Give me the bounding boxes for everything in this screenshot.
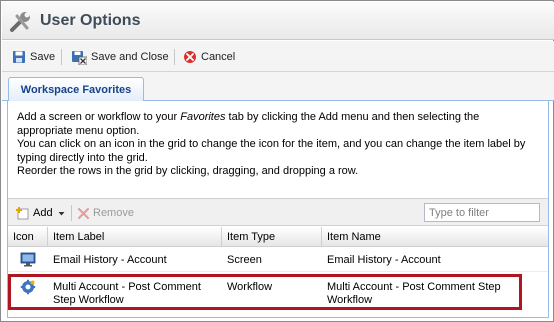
save-and-close-label: Save and Close bbox=[91, 51, 169, 63]
tab-workspace-favorites[interactable]: Workspace Favorites bbox=[8, 77, 144, 101]
column-header-item-label[interactable]: Item Label bbox=[48, 227, 222, 247]
cancel-button[interactable]: Cancel bbox=[183, 48, 235, 66]
cancel-icon bbox=[184, 51, 196, 63]
toolbar-separator bbox=[71, 205, 72, 221]
save-label: Save bbox=[30, 51, 56, 63]
monitor-icon[interactable] bbox=[20, 252, 36, 271]
table-row[interactable]: Email History - Account Screen Email His… bbox=[8, 248, 548, 272]
add-menu-button[interactable]: Add bbox=[14, 205, 66, 221]
column-header-item-type[interactable]: Item Type bbox=[222, 227, 322, 247]
tab-strip: Workspace Favorites bbox=[2, 72, 554, 101]
item-label-cell[interactable]: Multi Account - Post Comment Step Workfl… bbox=[48, 281, 220, 307]
item-name-cell: Email History - Account bbox=[327, 254, 441, 266]
add-item-icon bbox=[16, 207, 29, 220]
column-header-item-name[interactable]: Item Name bbox=[322, 227, 548, 247]
floppy-disk-icon bbox=[13, 51, 25, 63]
user-options-window: User Options Save Save and Close Cancel … bbox=[0, 0, 554, 322]
main-toolbar: Save Save and Close Cancel bbox=[2, 41, 554, 72]
dropdown-arrow-icon bbox=[58, 211, 65, 215]
title-bar: User Options bbox=[2, 2, 554, 40]
save-button[interactable]: Save bbox=[12, 48, 55, 66]
grid-header: Icon Item Label Item Type Item Name bbox=[8, 227, 548, 247]
window-title: User Options bbox=[40, 12, 141, 29]
instructions-text: Add a screen or workflow to your Favorit… bbox=[17, 111, 537, 179]
item-type-cell: Screen bbox=[227, 254, 262, 266]
workflow-gear-icon[interactable] bbox=[20, 279, 36, 298]
item-name-cell: Multi Account - Post Comment Step Workfl… bbox=[327, 281, 501, 306]
table-row[interactable]: Multi Account - Post Comment Step Workfl… bbox=[8, 275, 548, 311]
remove-button[interactable]: Remove bbox=[77, 205, 134, 221]
instruction-text: Add a screen or workflow to your bbox=[17, 111, 181, 123]
add-label: Add bbox=[33, 207, 53, 219]
toolbar-separator bbox=[174, 49, 175, 65]
filter-input[interactable] bbox=[424, 203, 540, 222]
remove-x-icon bbox=[77, 207, 90, 219]
favorites-emphasis: Favorites bbox=[180, 111, 226, 123]
grid-toolbar: Add Remove bbox=[8, 198, 548, 226]
save-and-close-button[interactable]: Save and Close bbox=[71, 48, 169, 66]
remove-label: Remove bbox=[93, 207, 134, 219]
wrench-icon bbox=[8, 10, 34, 34]
toolbar-separator bbox=[61, 49, 62, 65]
instruction-line-2: You can click on an icon in the grid to … bbox=[17, 138, 526, 164]
instruction-line-3: Reorder the rows in the grid by clicking… bbox=[17, 165, 359, 177]
column-header-icon[interactable]: Icon bbox=[8, 227, 48, 247]
instruction-line-1: Add a screen or workflow to your Favorit… bbox=[17, 111, 537, 138]
item-label-cell[interactable]: Email History - Account bbox=[48, 254, 222, 267]
cancel-label: Cancel bbox=[201, 51, 236, 63]
item-type-cell: Workflow bbox=[227, 281, 273, 293]
save-close-icon bbox=[72, 50, 87, 65]
